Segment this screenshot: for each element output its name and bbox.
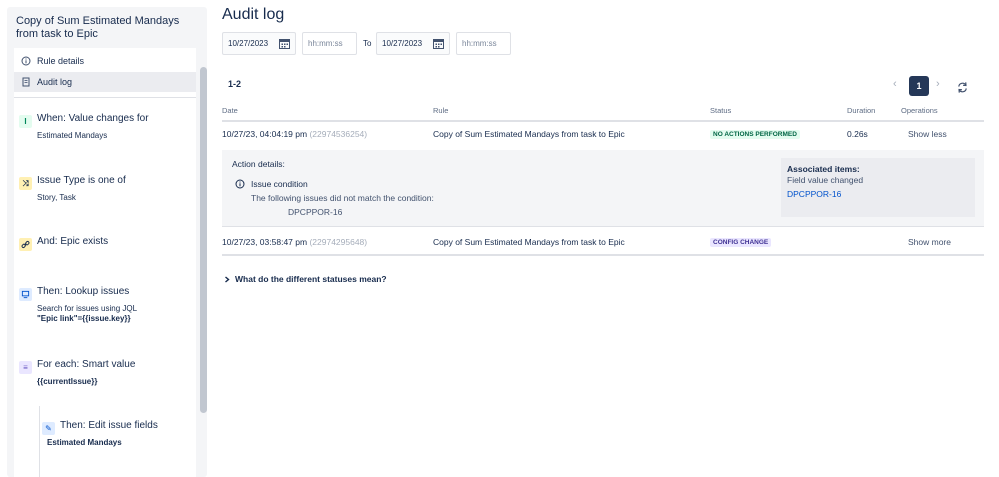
date-text: 10/27/23, 03:58:47 pm (222, 237, 308, 247)
status-badge-config-change: CONFIG CHANGE (710, 238, 772, 247)
next-page-button[interactable]: › (936, 78, 940, 90)
row-2-rule: Copy of Sum Estimated Mandays from task … (433, 237, 625, 247)
step-desc: Estimated Mandays (47, 438, 122, 447)
step-title: Then: Lookup issues (37, 286, 130, 297)
from-time-placeholder: hh:mm:ss (308, 39, 343, 48)
to-label: To (363, 39, 372, 48)
step-desc: Story, Task (37, 193, 76, 202)
rule-step-lookup[interactable]: Then: Lookup issues Search for issues us… (14, 286, 196, 328)
refresh-icon[interactable] (956, 81, 969, 94)
associated-items-box: Associated items: Field value changed DP… (781, 158, 975, 217)
row-divider (222, 226, 984, 227)
from-time-field[interactable]: hh:mm:ss (302, 32, 357, 55)
rule-step-for-each[interactable]: ≡ For each: Smart value {{currentIssue}} (14, 359, 196, 389)
document-icon (21, 77, 31, 87)
date-text: 10/27/23, 04:04:19 pm (222, 129, 308, 139)
to-time-field[interactable]: hh:mm:ss (456, 32, 511, 55)
pencil-icon: ✎ (42, 422, 55, 435)
step-title: For each: Smart value (37, 359, 136, 370)
row-2-date: 10/27/23, 03:58:47 pm (22974295648) (222, 237, 367, 247)
scrollbar-thumb[interactable] (200, 67, 207, 413)
rule-step-epic-exists[interactable]: And: Epic exists (14, 236, 196, 254)
lookup-icon (19, 288, 32, 301)
shuffle-icon: ⤨ (19, 177, 32, 190)
nav-audit-log[interactable]: Audit log (14, 72, 196, 92)
from-date-value: 10/27/2023 (228, 39, 269, 48)
condition-name: Issue condition (251, 179, 308, 189)
link-icon (19, 238, 32, 251)
chevron-right-icon (225, 275, 230, 283)
step-title: Issue Type is one of (37, 175, 126, 186)
calendar-icon[interactable] (433, 38, 444, 49)
table-header-divider (222, 120, 984, 122)
faq-label: What do the different statuses mean? (235, 274, 387, 284)
rule-step-edit-fields[interactable]: ✎ Then: Edit issue fields Estimated Mand… (37, 420, 196, 450)
col-status: Status (710, 106, 732, 115)
row-divider (222, 254, 984, 256)
result-range: 1-2 (228, 79, 242, 89)
condition-message: The following issues did not match the c… (251, 193, 434, 203)
step-desc: {{currentIssue}} (37, 377, 98, 386)
to-time-placeholder: hh:mm:ss (462, 39, 497, 48)
row-1-rule: Copy of Sum Estimated Mandays from task … (433, 129, 625, 139)
associated-items-subtitle: Field value changed (787, 175, 864, 185)
step-title: Then: Edit issue fields (60, 420, 158, 431)
rule-step-issue-type[interactable]: ⤨ Issue Type is one of Story, Task (14, 175, 196, 205)
page-1-button[interactable]: 1 (909, 76, 929, 96)
show-less-link[interactable]: Show less (908, 129, 947, 139)
to-date-value: 10/27/2023 (382, 39, 423, 48)
trigger-icon: I (19, 115, 32, 128)
step-desc: Estimated Mandays (37, 131, 108, 140)
nav-label: Rule details (37, 56, 85, 66)
col-operations: Operations (901, 106, 938, 115)
to-date-field[interactable]: 10/27/2023 (376, 32, 450, 55)
nav-rule-details[interactable]: Rule details (14, 51, 196, 71)
nav-label: Audit log (37, 77, 73, 87)
show-more-link[interactable]: Show more (908, 237, 951, 247)
rule-step-trigger[interactable]: I When: Value changes for Estimated Mand… (14, 113, 196, 143)
from-date-field[interactable]: 10/27/2023 (222, 32, 296, 55)
col-duration: Duration (847, 106, 876, 115)
associated-items-title: Associated items: (787, 164, 860, 174)
list-icon: ≡ (19, 361, 32, 374)
execution-id: (22974536254) (309, 129, 368, 139)
calendar-icon[interactable] (279, 38, 290, 49)
step-jql: "Epic link"={{issue.key}} (37, 314, 131, 323)
action-details-title: Action details: (232, 159, 285, 169)
step-title: When: Value changes for (37, 113, 149, 124)
action-details-panel: Action details: Issue condition The foll… (222, 150, 984, 226)
row-1-duration: 0.26s (847, 129, 868, 139)
associated-issue-link[interactable]: DPCPPOR-16 (787, 189, 841, 199)
execution-id: (22974295648) (309, 237, 368, 247)
step-title: And: Epic exists (37, 236, 109, 247)
prev-page-button[interactable]: ‹ (893, 78, 897, 90)
rule-title: Copy of Sum Estimated Mandays from task … (16, 15, 180, 40)
col-date: Date (222, 106, 238, 115)
status-badge-no-actions: NO ACTIONS PERFORMED (710, 130, 800, 139)
sidebar-scrollbar[interactable] (200, 67, 207, 413)
col-rule: Rule (433, 106, 449, 115)
nav-divider (14, 97, 196, 98)
info-icon (235, 179, 245, 189)
page-title: Audit log (222, 6, 285, 23)
statuses-faq-toggle[interactable]: What do the different statuses mean? (224, 274, 387, 284)
rule-sidebar: Copy of Sum Estimated Mandays from task … (7, 7, 207, 477)
unmatched-issue-key: DPCPPOR-16 (288, 207, 343, 217)
row-1-date: 10/27/23, 04:04:19 pm (22974536254) (222, 129, 367, 139)
rule-panel: Rule details Audit log I When: Value cha… (14, 48, 196, 477)
info-icon (21, 56, 31, 66)
